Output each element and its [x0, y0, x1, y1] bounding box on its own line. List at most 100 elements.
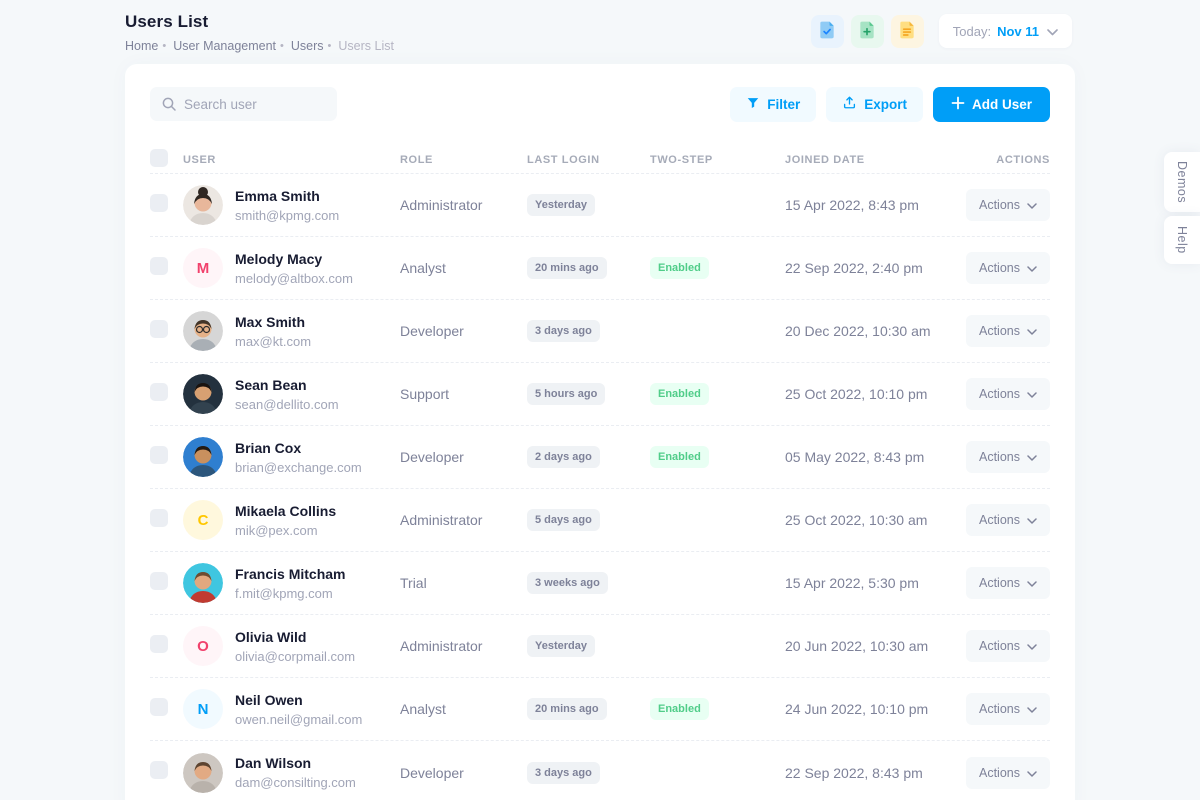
- chevron-down-icon: [1027, 513, 1037, 527]
- export-button[interactable]: Export: [826, 87, 923, 122]
- user-email: dam@consilting.com: [235, 775, 356, 790]
- row-actions-button[interactable]: Actions: [966, 630, 1050, 662]
- user-name[interactable]: Max Smith: [235, 314, 311, 330]
- last-login-badge: 3 days ago: [527, 762, 600, 784]
- file-plus-icon: [857, 20, 877, 43]
- user-role: Analyst: [400, 260, 527, 276]
- file-plus-icon-button[interactable]: [851, 15, 884, 48]
- row-checkbox[interactable]: [150, 635, 168, 653]
- user-name[interactable]: Mikaela Collins: [235, 503, 336, 519]
- breadcrumb-item[interactable]: Users: [291, 39, 324, 53]
- breadcrumb-separator: •: [328, 40, 332, 52]
- row-actions-button[interactable]: Actions: [966, 441, 1050, 473]
- breadcrumb-item[interactable]: Home: [125, 39, 158, 53]
- row-checkbox[interactable]: [150, 761, 168, 779]
- chevron-down-icon: [1045, 24, 1058, 39]
- select-all-checkbox[interactable]: [150, 149, 168, 167]
- two-step-badge: Enabled: [650, 257, 709, 279]
- user-name[interactable]: Melody Macy: [235, 251, 353, 267]
- chevron-down-icon: [1027, 261, 1037, 275]
- joined-date: 20 Dec 2022, 10:30 am: [785, 323, 965, 339]
- table-row: N Neil Owen owen.neil@gmail.com Analyst …: [150, 678, 1050, 741]
- column-header: Joined date: [785, 154, 965, 166]
- date-prefix: Today:: [953, 24, 991, 39]
- actions-label: Actions: [979, 576, 1020, 590]
- table-row: Emma Smith smith@kpmg.com Administrator …: [150, 174, 1050, 237]
- date-picker-button[interactable]: Today: Nov 11: [939, 14, 1072, 48]
- users-table: UserRoleLast loginTwo-stepJoined dateAct…: [150, 146, 1050, 800]
- export-icon: [842, 95, 857, 113]
- table-row: Dan Wilson dam@consilting.com Developer …: [150, 741, 1050, 800]
- joined-date: 15 Apr 2022, 8:43 pm: [785, 197, 965, 213]
- avatar[interactable]: [183, 374, 223, 414]
- add-user-button[interactable]: Add User: [933, 87, 1050, 122]
- user-email: sean@dellito.com: [235, 397, 339, 412]
- table-row: Brian Cox brian@exchange.com Developer 2…: [150, 426, 1050, 489]
- users-card: Filter Export Add User UserRoleLast logi…: [125, 64, 1075, 800]
- row-checkbox[interactable]: [150, 509, 168, 527]
- row-actions-button[interactable]: Actions: [966, 567, 1050, 599]
- user-name[interactable]: Brian Cox: [235, 440, 362, 456]
- avatar[interactable]: [183, 563, 223, 603]
- row-actions-button[interactable]: Actions: [966, 504, 1050, 536]
- user-name[interactable]: Emma Smith: [235, 188, 339, 204]
- tab-help[interactable]: Help: [1164, 216, 1200, 264]
- last-login-badge: 2 days ago: [527, 446, 600, 468]
- file-check-icon-button[interactable]: [811, 15, 844, 48]
- row-actions-button[interactable]: Actions: [966, 378, 1050, 410]
- file-lines-icon: [897, 20, 917, 43]
- row-checkbox[interactable]: [150, 698, 168, 716]
- row-checkbox[interactable]: [150, 194, 168, 212]
- row-actions-button[interactable]: Actions: [966, 757, 1050, 789]
- row-actions-button[interactable]: Actions: [966, 189, 1050, 221]
- user-role: Support: [400, 386, 527, 402]
- breadcrumb: Home•User Management•Users•Users List: [125, 39, 394, 53]
- user-name[interactable]: Sean Bean: [235, 377, 339, 393]
- avatar[interactable]: [183, 185, 223, 225]
- topbar-actions: Today: Nov 11: [811, 14, 1072, 48]
- avatar[interactable]: [183, 753, 223, 793]
- user-name[interactable]: Dan Wilson: [235, 755, 356, 771]
- actions-label: Actions: [979, 513, 1020, 527]
- joined-date: 22 Sep 2022, 8:43 pm: [785, 765, 965, 781]
- filter-button[interactable]: Filter: [730, 87, 816, 122]
- user-name[interactable]: Neil Owen: [235, 692, 362, 708]
- row-actions-button[interactable]: Actions: [966, 315, 1050, 347]
- export-label: Export: [864, 97, 907, 112]
- breadcrumb-separator: •: [162, 40, 166, 52]
- row-actions-button[interactable]: Actions: [966, 693, 1050, 725]
- last-login-badge: 3 weeks ago: [527, 572, 608, 594]
- joined-date: 15 Apr 2022, 5:30 pm: [785, 575, 965, 591]
- avatar[interactable]: [183, 311, 223, 351]
- avatar[interactable]: C: [183, 500, 223, 540]
- user-name[interactable]: Olivia Wild: [235, 629, 355, 645]
- tab-demos[interactable]: Demos: [1164, 152, 1200, 212]
- column-header: User: [183, 154, 400, 166]
- row-checkbox[interactable]: [150, 320, 168, 338]
- avatar[interactable]: N: [183, 689, 223, 729]
- table-row: O Olivia Wild olivia@corpmail.com Admini…: [150, 615, 1050, 678]
- two-step-badge: Enabled: [650, 698, 709, 720]
- chevron-down-icon: [1027, 387, 1037, 401]
- avatar[interactable]: M: [183, 248, 223, 288]
- table-body: Emma Smith smith@kpmg.com Administrator …: [150, 174, 1050, 800]
- file-lines-icon-button[interactable]: [891, 15, 924, 48]
- user-name[interactable]: Francis Mitcham: [235, 566, 345, 582]
- row-checkbox[interactable]: [150, 383, 168, 401]
- user-email: smith@kpmg.com: [235, 208, 339, 223]
- search-icon: [161, 96, 177, 117]
- card-toolbar: Filter Export Add User: [150, 86, 1050, 122]
- row-checkbox[interactable]: [150, 446, 168, 464]
- table-row: Max Smith max@kt.com Developer 3 days ag…: [150, 300, 1050, 363]
- search-input[interactable]: [150, 87, 337, 121]
- breadcrumb-item[interactable]: User Management: [173, 39, 276, 53]
- avatar[interactable]: [183, 437, 223, 477]
- chevron-down-icon: [1027, 450, 1037, 464]
- avatar[interactable]: O: [183, 626, 223, 666]
- user-role: Developer: [400, 323, 527, 339]
- row-checkbox[interactable]: [150, 572, 168, 590]
- user-email: melody@altbox.com: [235, 271, 353, 286]
- row-checkbox[interactable]: [150, 257, 168, 275]
- table-row: M Melody Macy melody@altbox.com Analyst …: [150, 237, 1050, 300]
- row-actions-button[interactable]: Actions: [966, 252, 1050, 284]
